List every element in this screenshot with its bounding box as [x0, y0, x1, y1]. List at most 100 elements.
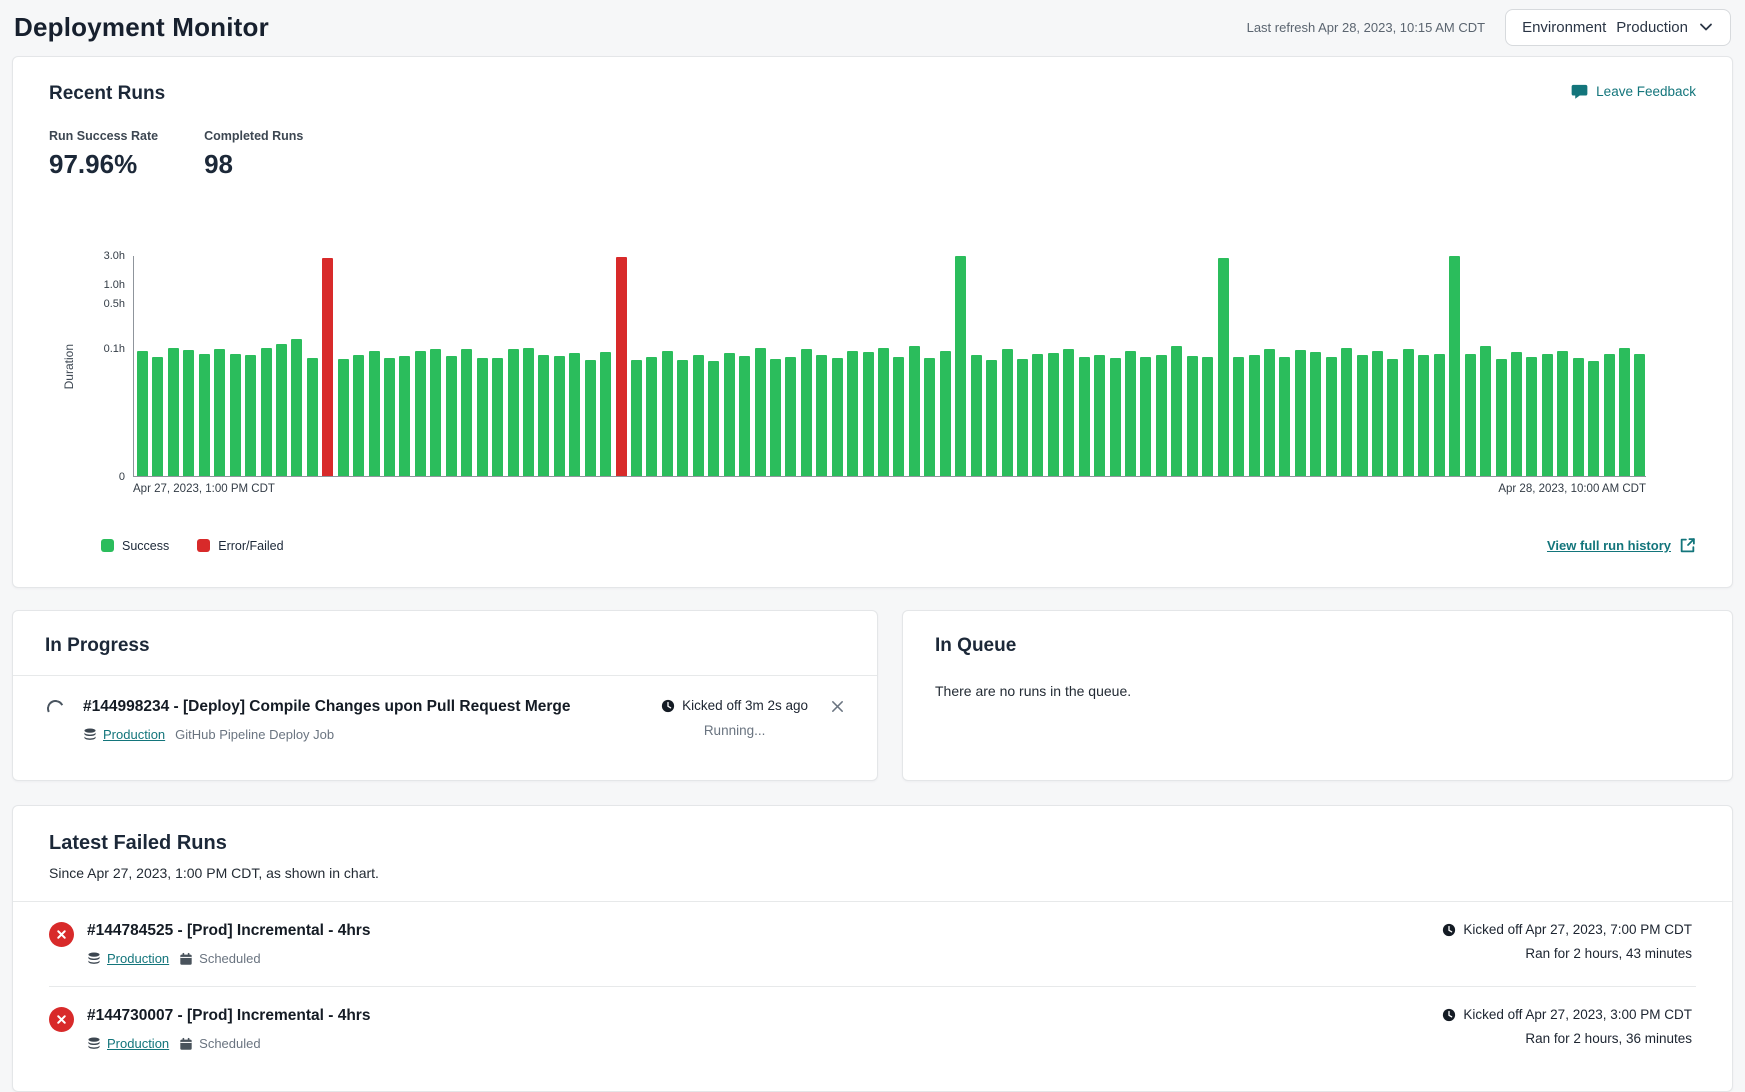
chart-bar-success[interactable]: [755, 348, 766, 476]
chart-bar-success[interactable]: [847, 351, 858, 477]
chart-bar-success[interactable]: [955, 256, 966, 476]
chart-bar-success[interactable]: [739, 356, 750, 476]
chart-bar-error[interactable]: [322, 258, 333, 476]
chart-bar-success[interactable]: [477, 358, 488, 476]
chart-bar-success[interactable]: [693, 355, 704, 476]
chart-bar-success[interactable]: [1604, 354, 1615, 476]
chart-bar-success[interactable]: [1465, 354, 1476, 476]
chart-bar-success[interactable]: [785, 357, 796, 476]
environment-link[interactable]: Production: [87, 951, 169, 966]
chart-bar-success[interactable]: [1496, 359, 1507, 476]
chart-bar-success[interactable]: [508, 349, 519, 476]
chart-bar-success[interactable]: [1511, 352, 1522, 476]
chart-bar-success[interactable]: [816, 355, 827, 476]
chart-bar-success[interactable]: [1264, 349, 1275, 476]
chart-bar-success[interactable]: [1372, 351, 1383, 477]
chart-bar-success[interactable]: [1557, 351, 1568, 477]
chart-bar-success[interactable]: [662, 351, 673, 477]
chart-bar-success[interactable]: [940, 351, 951, 476]
chart-bar-success[interactable]: [523, 348, 534, 476]
chart-bar-success[interactable]: [569, 353, 580, 476]
environment-dropdown[interactable]: Environment Production: [1505, 9, 1731, 46]
chart-bar-success[interactable]: [369, 351, 380, 476]
chart-bar-success[interactable]: [878, 348, 889, 476]
close-icon[interactable]: [830, 698, 845, 714]
chart-bar-success[interactable]: [1542, 354, 1553, 476]
chart-bar-success[interactable]: [1171, 346, 1182, 476]
chart-bar-success[interactable]: [1218, 258, 1229, 476]
chart-bar-success[interactable]: [1187, 356, 1198, 476]
chart-bar-success[interactable]: [307, 358, 318, 476]
chart-bar-success[interactable]: [1341, 348, 1352, 476]
chart-bar-success[interactable]: [600, 352, 611, 476]
chart-bar-success[interactable]: [152, 357, 163, 476]
chart-bar-success[interactable]: [230, 354, 241, 476]
chart-bar-success[interactable]: [430, 349, 441, 476]
chart-bar-success[interactable]: [1202, 357, 1213, 476]
environment-link[interactable]: Production: [87, 1036, 169, 1051]
chart-bar-error[interactable]: [616, 257, 627, 476]
chart-bar-success[interactable]: [631, 360, 642, 476]
chart-bar-success[interactable]: [415, 351, 426, 476]
chart-bar-success[interactable]: [893, 357, 904, 476]
leave-feedback-link[interactable]: Leave Feedback: [1571, 83, 1696, 100]
chart-bar-success[interactable]: [399, 356, 410, 476]
chart-bar-success[interactable]: [1357, 355, 1368, 476]
chart-bar-success[interactable]: [1403, 349, 1414, 476]
chart-bar-success[interactable]: [1634, 354, 1645, 476]
chart-bar-success[interactable]: [1449, 256, 1460, 476]
chart-bar-success[interactable]: [863, 352, 874, 476]
chart-bar-success[interactable]: [971, 355, 982, 476]
chart-bar-success[interactable]: [1110, 358, 1121, 476]
chart-bar-success[interactable]: [801, 349, 812, 476]
chart-bar-success[interactable]: [1156, 355, 1167, 476]
chart-bar-success[interactable]: [1002, 349, 1013, 476]
chart-bar-success[interactable]: [1094, 355, 1105, 476]
chart-bar-success[interactable]: [1619, 348, 1630, 476]
chart-bar-success[interactable]: [291, 339, 302, 476]
chart-bar-success[interactable]: [646, 357, 657, 476]
chart-bar-success[interactable]: [168, 348, 179, 476]
chart-bar-success[interactable]: [353, 355, 364, 476]
chart-bar-success[interactable]: [137, 351, 148, 477]
chart-bar-success[interactable]: [1418, 355, 1429, 476]
chart-bar-success[interactable]: [1233, 357, 1244, 476]
chart-bar-success[interactable]: [1032, 354, 1043, 476]
chart-bar-success[interactable]: [986, 360, 997, 476]
chart-bar-success[interactable]: [832, 358, 843, 476]
chart-bar-success[interactable]: [276, 344, 287, 476]
chart-bar-success[interactable]: [214, 349, 225, 476]
view-full-run-history-link[interactable]: View full run history: [1547, 537, 1696, 554]
chart-bar-success[interactable]: [1434, 354, 1445, 476]
chart-bar-success[interactable]: [1048, 353, 1059, 476]
chart-bar-success[interactable]: [1326, 357, 1337, 476]
chart-bar-success[interactable]: [1017, 359, 1028, 476]
chart-bar-success[interactable]: [538, 355, 549, 476]
chart-bar-success[interactable]: [1588, 361, 1599, 476]
chart-bar-success[interactable]: [1063, 349, 1074, 476]
chart-bar-success[interactable]: [554, 356, 565, 476]
chart-bar-success[interactable]: [261, 348, 272, 476]
chart-bar-success[interactable]: [770, 359, 781, 476]
chart-bar-success[interactable]: [183, 350, 194, 476]
chart-bar-success[interactable]: [446, 356, 457, 476]
chart-bar-success[interactable]: [492, 358, 503, 476]
chart-bar-success[interactable]: [1573, 358, 1584, 476]
chart-bar-success[interactable]: [384, 358, 395, 476]
chart-bar-success[interactable]: [245, 355, 256, 476]
chart-bar-success[interactable]: [461, 349, 472, 476]
chart-bar-success[interactable]: [724, 353, 735, 476]
chart-bar-success[interactable]: [1310, 352, 1321, 476]
chart-bar-success[interactable]: [1480, 346, 1491, 476]
chart-bar-success[interactable]: [1079, 357, 1090, 476]
chart-bar-success[interactable]: [1125, 351, 1136, 477]
chart-bar-success[interactable]: [677, 360, 688, 476]
chart-bar-success[interactable]: [1526, 357, 1537, 476]
chart-bar-success[interactable]: [1279, 357, 1290, 476]
chart-bar-success[interactable]: [585, 360, 596, 476]
chart-bar-success[interactable]: [1295, 350, 1306, 476]
chart-bar-success[interactable]: [909, 346, 920, 476]
chart-bar-success[interactable]: [1249, 355, 1260, 476]
chart-bar-success[interactable]: [338, 359, 349, 476]
environment-link[interactable]: Production: [83, 727, 165, 742]
